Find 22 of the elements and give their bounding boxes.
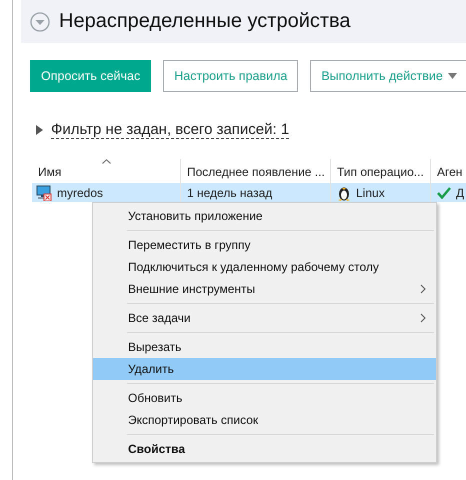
filter-link[interactable]: Фильтр не задан, всего записей: 1	[51, 121, 290, 139]
column-label: Тип операцио...	[337, 165, 424, 179]
menu-item[interactable]: Обновить	[93, 387, 436, 409]
menu-item[interactable]: Установить приложение	[93, 205, 436, 227]
menu-item[interactable]: Свойства	[93, 438, 436, 460]
menu-item[interactable]: Внешние инструменты	[93, 278, 436, 300]
menu-item[interactable]: Вырезать	[93, 336, 436, 358]
column-label: Имя	[38, 165, 62, 179]
column-header[interactable]: Аген	[431, 159, 466, 183]
menu-item[interactable]: Экспортировать список	[93, 409, 436, 431]
menu-item[interactable]: Все задачи	[93, 307, 436, 329]
table-cell: 1 недель назад	[187, 186, 272, 200]
table-cell: Linux	[356, 186, 385, 200]
column-label: Аген	[437, 165, 462, 179]
column-label: Последнее появление ...	[187, 165, 325, 179]
table-cell: myredos	[57, 186, 104, 200]
menu-item[interactable]: Переместить в группу	[93, 234, 436, 256]
table-cell: Д	[456, 186, 464, 200]
menu-item[interactable]: Подключиться к удаленному рабочему столу	[93, 256, 436, 278]
menu-item[interactable]: Удалить	[93, 358, 436, 380]
table-row[interactable]: myredos 1 недель назад Linux Д	[32, 183, 466, 202]
page-title: Нераспределенные устройства	[59, 10, 351, 33]
